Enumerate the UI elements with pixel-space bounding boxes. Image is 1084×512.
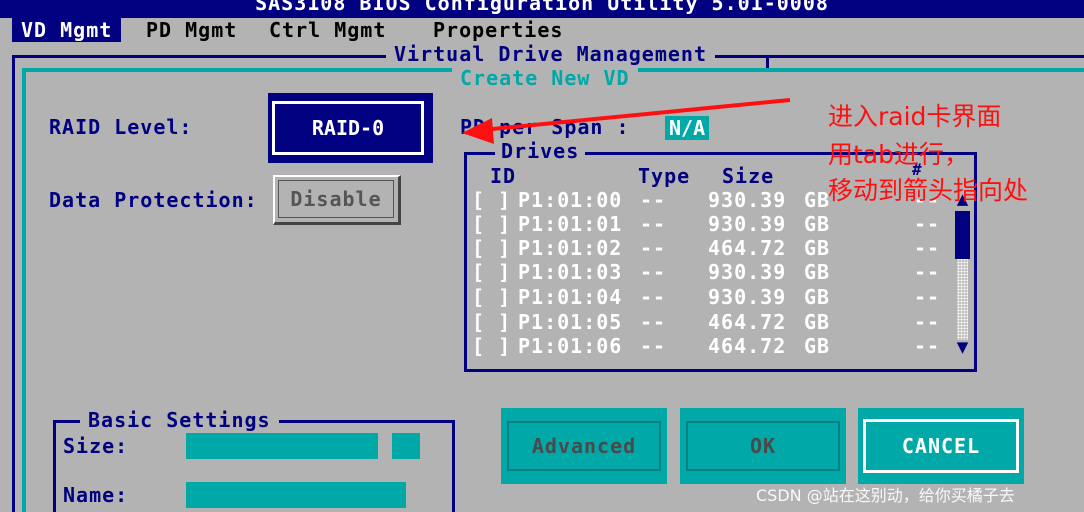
data-protection-label: Data Protection: [49,188,258,212]
drives-scrollbar-thumb[interactable] [955,211,970,259]
name-field[interactable] [186,482,406,508]
drive-id: P1:01:01 [518,212,623,236]
drive-unit: GB [804,236,831,260]
drive-row[interactable]: [ ] P1:01:00 -- 930.39 GB -- [472,188,939,212]
drive-row[interactable]: [ ] P1:01:02 -- 464.72 GB -- [472,236,939,260]
drive-row[interactable]: [ ] P1:01:03 -- 930.39 GB -- [472,260,939,284]
drive-number: -- [914,334,941,358]
name-label: Name: [63,483,129,507]
drive-row[interactable]: [ ] P1:01:04 -- 930.39 GB -- [472,285,939,309]
drive-unit: GB [804,334,831,358]
raid-level-value: RAID-0 [272,101,424,155]
drive-id: P1:01:05 [518,310,623,334]
drive-type: -- [640,334,667,358]
drive-size: 930.39 [708,260,787,284]
drive-checkbox[interactable]: [ ] [472,260,511,284]
drive-id: P1:01:04 [518,285,623,309]
pd-per-span-label: PD per Span : [460,115,630,139]
drive-id: P1:01:00 [518,188,623,212]
size-field[interactable] [186,433,378,459]
drive-number: -- [914,260,941,284]
drive-checkbox[interactable]: [ ] [472,212,511,236]
annotation-line-2: 用tab进行， [828,140,969,169]
create-vd-title: Create New VD [452,66,638,90]
vdm-frame-tick [766,55,769,69]
drive-checkbox[interactable]: [ ] [472,188,511,212]
drive-checkbox[interactable]: [ ] [472,310,511,334]
scroll-down-icon[interactable]: ▼ [954,338,971,358]
size-unit-field[interactable] [392,433,420,459]
drive-size: 464.72 [708,334,787,358]
drive-row[interactable]: [ ] P1:01:01 -- 930.39 GB -- [472,212,939,236]
drive-checkbox[interactable]: [ ] [472,334,511,358]
drive-checkbox[interactable]: [ ] [472,285,511,309]
annotation-line-1: 进入raid卡界面 [828,102,1002,131]
menu-properties[interactable]: Properties [433,18,563,42]
drive-unit: GB [804,212,831,236]
drive-size: 464.72 [708,310,787,334]
drive-number: -- [914,310,941,334]
drive-type: -- [640,260,667,284]
drive-unit: GB [804,285,831,309]
drive-id: P1:01:06 [518,334,623,358]
drive-type: -- [640,212,667,236]
menu-bar: VD Mgmt PD Mgmt Ctrl Mgmt Properties [0,18,1084,42]
drive-number: -- [914,285,941,309]
col-header-id: ID [490,164,517,188]
drive-size: 464.72 [708,236,787,260]
raid-level-button[interactable]: RAID-0 [268,93,433,163]
drive-row[interactable]: [ ] P1:01:05 -- 464.72 GB -- [472,310,939,334]
drive-unit: GB [804,260,831,284]
advanced-button-label: Advanced [507,421,661,471]
drive-unit: GB [804,310,831,334]
drive-row[interactable]: [ ] P1:01:06 -- 464.72 GB -- [472,334,939,358]
drive-type: -- [640,310,667,334]
col-header-type: Type [638,164,691,188]
vdm-frame-left [12,55,15,512]
data-protection-value: Disable [278,180,394,218]
annotation-line-3: 移动到箭头指向处 [828,176,1029,205]
drive-unit: GB [804,188,831,212]
ok-button[interactable]: OK [680,408,846,484]
vdm-frame-title: Virtual Drive Management [386,42,715,66]
drive-size: 930.39 [708,188,787,212]
advanced-button[interactable]: Advanced [501,408,667,484]
drive-id: P1:01:03 [518,260,623,284]
drive-type: -- [640,236,667,260]
watermark: CSDN @站在这别动，给你买橘子去 [756,486,1015,505]
size-label: Size: [63,434,129,458]
menu-pd-mgmt[interactable]: PD Mgmt [146,18,237,42]
data-protection-button[interactable]: Disable [273,175,401,225]
col-header-size: Size [722,164,775,188]
drive-number: -- [914,236,941,260]
drive-size: 930.39 [708,212,787,236]
raid-level-label: RAID Level: [49,115,193,139]
drive-type: -- [640,188,667,212]
drive-size: 930.39 [708,285,787,309]
pd-per-span-field[interactable]: N/A [665,116,710,140]
menu-ctrl-mgmt[interactable]: Ctrl Mgmt [269,18,386,42]
drive-checkbox[interactable]: [ ] [472,236,511,260]
drives-title: Drives [495,139,586,163]
drive-type: -- [640,285,667,309]
basic-settings-title: Basic Settings [80,408,279,432]
app-title: SAS3108 BIOS Configuration Utility 5.01-… [255,0,829,15]
menu-vd-mgmt[interactable]: VD Mgmt [12,18,122,42]
drive-id: P1:01:02 [518,236,623,260]
cancel-button-label: CANCEL [863,419,1019,473]
title-bar: SAS3108 BIOS Configuration Utility 5.01-… [0,0,1084,18]
ok-button-label: OK [686,421,840,471]
cancel-button[interactable]: CANCEL [858,408,1024,484]
drive-number: -- [914,212,941,236]
